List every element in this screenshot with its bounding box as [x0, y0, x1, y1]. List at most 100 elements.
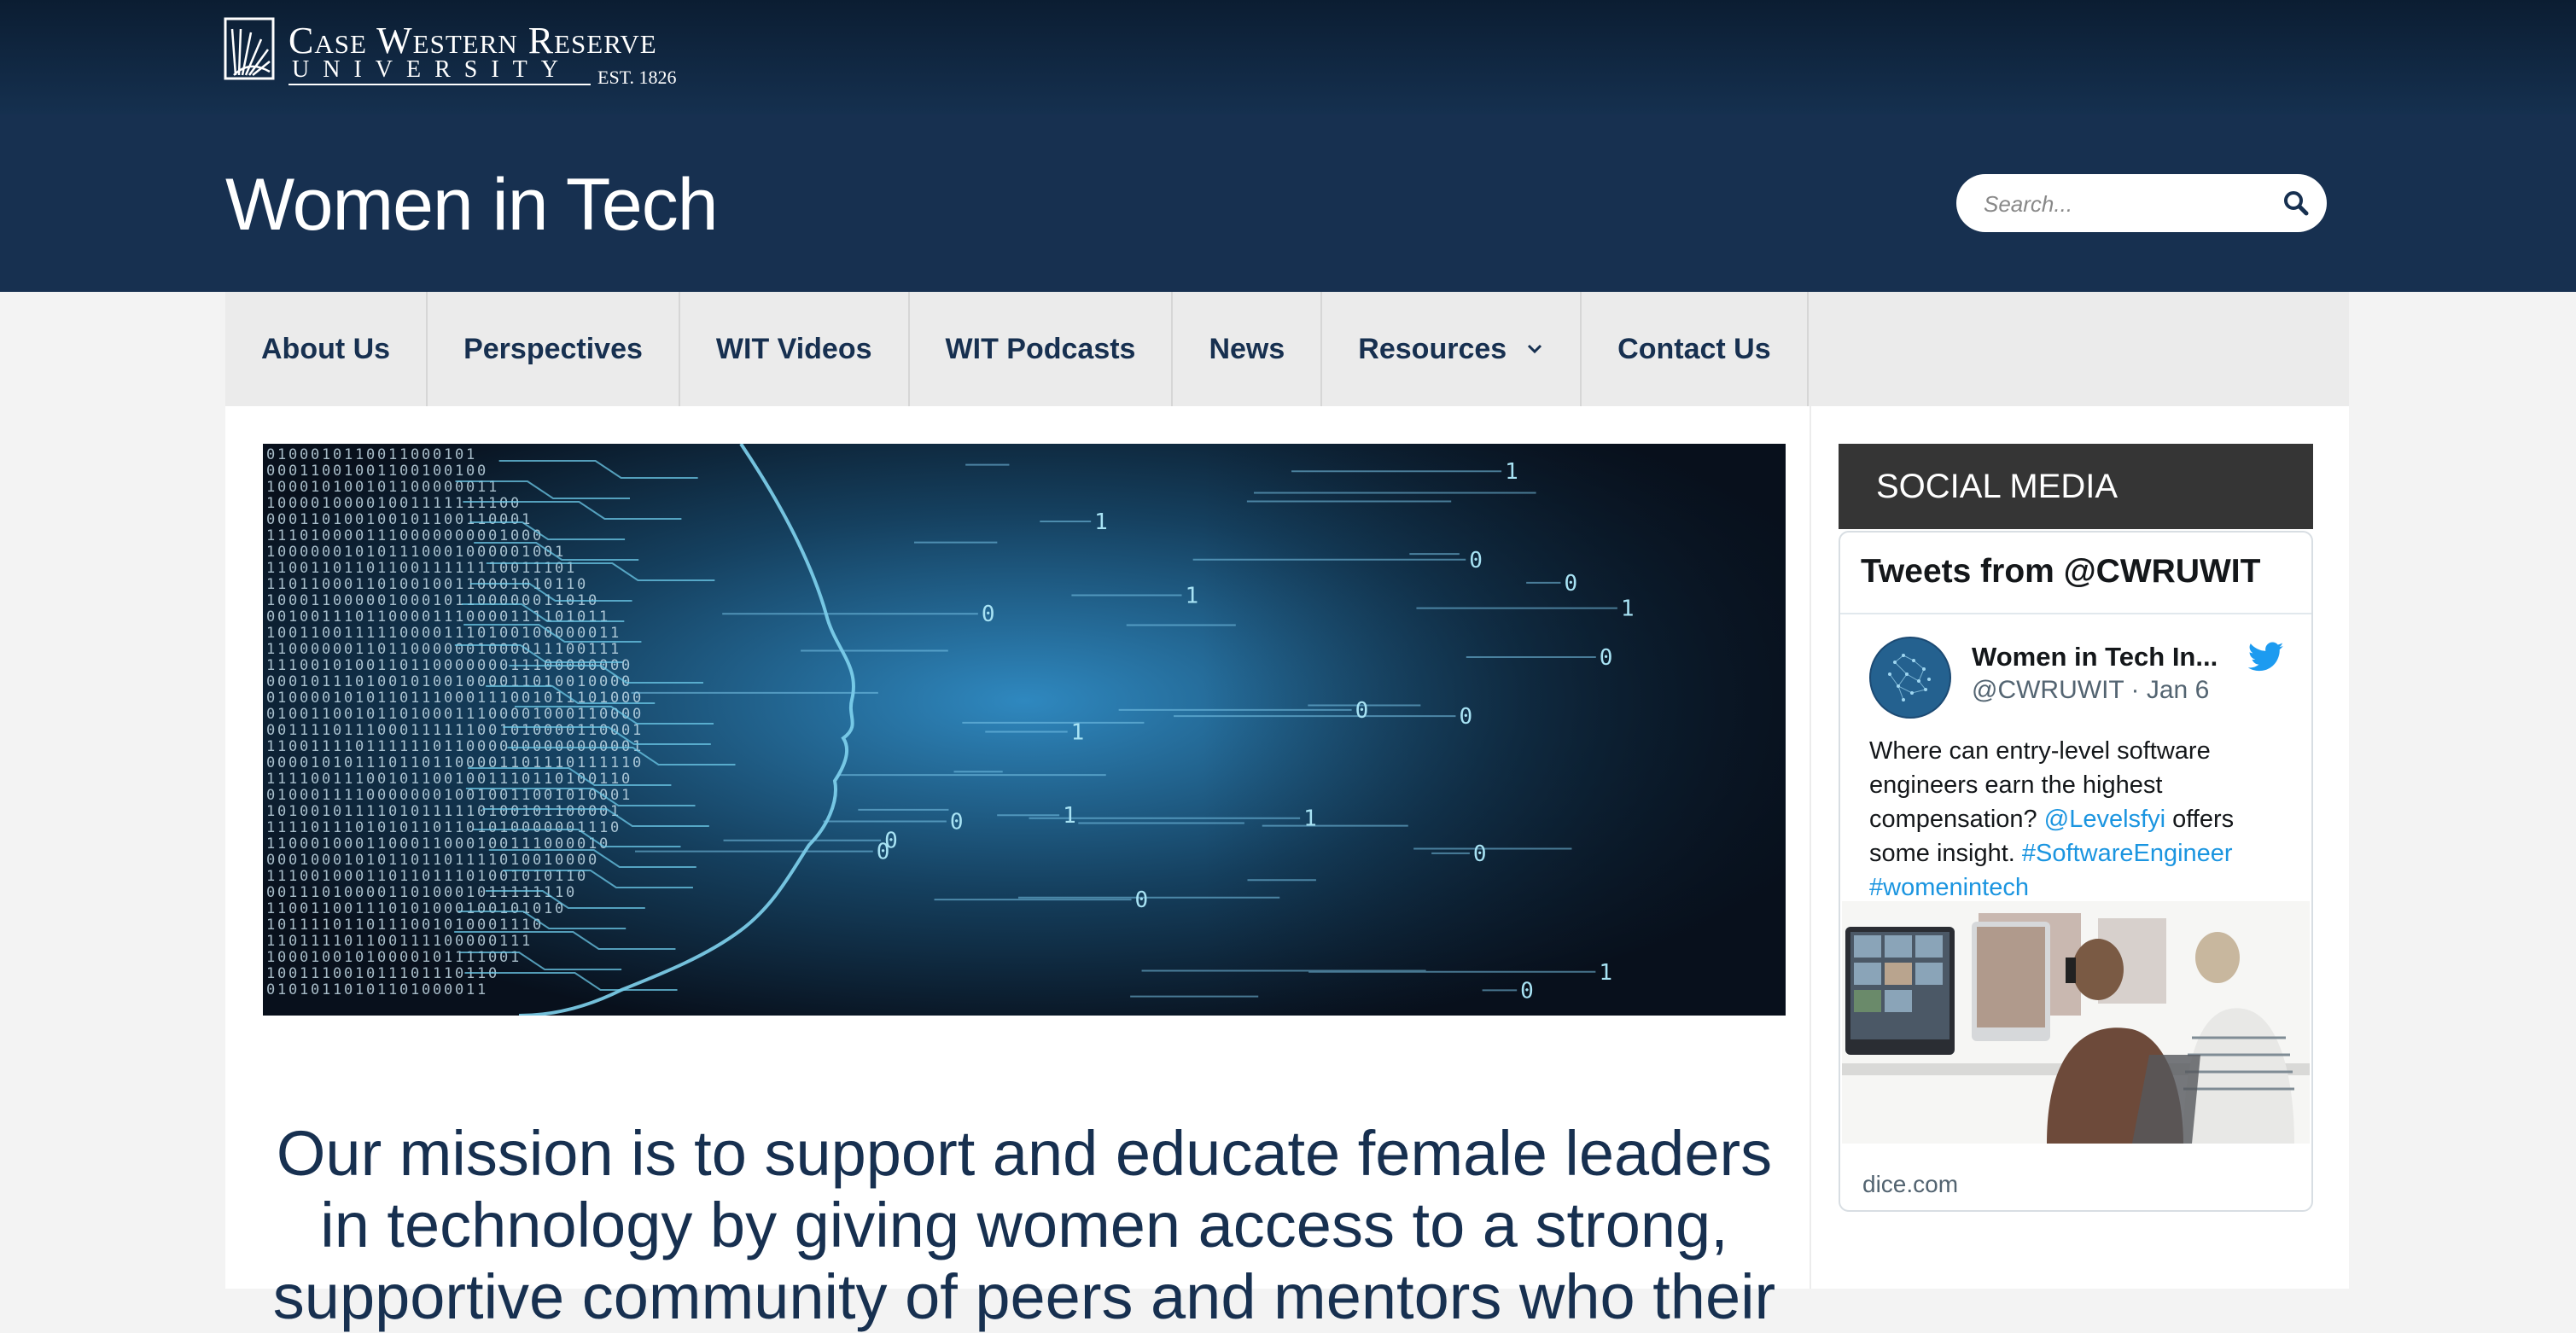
svg-text:1: 1	[333, 933, 341, 950]
svg-text:0: 0	[477, 592, 486, 609]
svg-text:0: 0	[277, 884, 286, 901]
svg-text:0: 0	[333, 803, 341, 820]
svg-text:1: 1	[277, 690, 286, 707]
svg-text:1: 1	[333, 690, 341, 707]
svg-text:1: 1	[477, 868, 486, 885]
avatar[interactable]	[1869, 637, 1951, 719]
search-icon[interactable]	[2281, 188, 2311, 218]
svg-text:1: 1	[377, 917, 386, 934]
svg-text:1: 1	[466, 706, 475, 723]
svg-text:1: 1	[388, 544, 397, 561]
svg-text:1: 1	[266, 803, 275, 820]
svg-text:1: 1	[277, 835, 286, 853]
svg-text:0: 0	[477, 933, 486, 950]
svg-text:0: 0	[366, 965, 375, 982]
svg-text:0: 0	[433, 446, 441, 463]
svg-text:1: 1	[522, 884, 530, 901]
svg-text:1: 1	[1505, 459, 1518, 485]
svg-text:1: 1	[422, 771, 430, 788]
svg-text:0: 0	[355, 463, 364, 480]
svg-text:1: 1	[555, 641, 563, 658]
svg-text:1: 1	[477, 981, 486, 998]
svg-text:1: 1	[388, 479, 397, 496]
svg-text:1: 1	[311, 933, 319, 950]
svg-text:0: 0	[488, 592, 497, 609]
svg-text:0: 0	[444, 511, 452, 528]
twitter-widget-title[interactable]: Tweets from @CWRUWIT	[1861, 553, 2260, 591]
svg-text:1: 1	[444, 625, 452, 642]
tweet-link-domain[interactable]: dice.com	[1862, 1171, 1958, 1198]
svg-text:0: 0	[499, 495, 508, 512]
svg-text:1: 1	[322, 495, 330, 512]
svg-text:0: 0	[577, 625, 586, 642]
social-media-heading: SOCIAL MEDIA	[1839, 444, 2313, 529]
nav-item-about-us[interactable]: About Us	[225, 292, 428, 406]
svg-text:1: 1	[377, 803, 386, 820]
tweet-hashtag-link[interactable]: #womenintech	[1869, 874, 2029, 901]
svg-text:0: 0	[411, 463, 419, 480]
tweet-author-name[interactable]: Women in Tech In...	[1972, 642, 2218, 672]
svg-text:0: 0	[322, 754, 330, 771]
svg-text:0: 0	[355, 527, 364, 544]
svg-text:1: 1	[377, 754, 386, 771]
nav-item-resources[interactable]: Resources	[1322, 292, 1582, 406]
svg-text:0: 0	[377, 722, 386, 739]
svg-text:0: 0	[522, 690, 530, 707]
svg-text:1: 1	[355, 917, 364, 934]
university-logo[interactable]: Case Western Reserve UNIVERSITY EST. 182…	[224, 17, 685, 89]
svg-text:0: 0	[577, 803, 586, 820]
svg-text:0: 0	[344, 835, 353, 853]
tweet-handle-date[interactable]: @CWRUWIT · Jan 6	[1972, 676, 2209, 705]
site-title[interactable]: Women in Tech	[225, 162, 719, 247]
svg-text:1: 1	[588, 722, 597, 739]
svg-text:1: 1	[422, 819, 430, 836]
svg-text:1: 1	[266, 527, 275, 544]
svg-text:1: 1	[466, 884, 475, 901]
svg-text:1: 1	[555, 803, 563, 820]
svg-text:0: 0	[444, 527, 452, 544]
svg-text:0: 0	[422, 592, 430, 609]
tweet-mention-link[interactable]: @Levelsfyi	[2044, 806, 2165, 833]
nav-item-wit-podcasts[interactable]: WIT Podcasts	[910, 292, 1174, 406]
svg-text:0: 0	[510, 544, 519, 561]
svg-text:0: 0	[344, 576, 353, 593]
tweet-hashtag-link[interactable]: #SoftwareEngineer	[2022, 840, 2233, 867]
svg-text:0: 0	[488, 673, 497, 690]
svg-text:0: 0	[510, 625, 519, 642]
svg-text:0: 0	[311, 657, 319, 674]
svg-text:0: 0	[388, 933, 397, 950]
svg-text:1: 1	[333, 738, 341, 755]
svg-text:0: 0	[300, 835, 308, 853]
svg-text:1: 1	[621, 754, 630, 771]
svg-text:0: 0	[288, 495, 297, 512]
svg-text:0: 0	[488, 657, 497, 674]
svg-text:0: 0	[477, 884, 486, 901]
svg-text:0: 0	[277, 495, 286, 512]
svg-text:0: 0	[544, 722, 552, 739]
svg-text:1: 1	[499, 771, 508, 788]
svg-text:0: 0	[322, 690, 330, 707]
svg-text:1: 1	[366, 608, 375, 626]
svg-text:0: 0	[355, 657, 364, 674]
svg-text:1: 1	[333, 479, 341, 496]
svg-text:1: 1	[610, 641, 619, 658]
tweet-media-image[interactable]	[1842, 901, 2310, 1144]
nav-item-contact-us[interactable]: Contact Us	[1582, 292, 1809, 406]
svg-text:0: 0	[477, 722, 486, 739]
twitter-bird-icon[interactable]	[2248, 642, 2284, 672]
svg-text:0: 0	[288, 641, 297, 658]
svg-text:0: 0	[533, 673, 541, 690]
nav-item-perspectives[interactable]: Perspectives	[428, 292, 680, 406]
svg-text:0: 0	[433, 819, 441, 836]
nav-item-news[interactable]: News	[1173, 292, 1323, 406]
search-input[interactable]	[1982, 183, 2267, 225]
svg-text:1: 1	[322, 673, 330, 690]
svg-text:1: 1	[388, 981, 397, 998]
nav-item-wit-videos[interactable]: WIT Videos	[680, 292, 910, 406]
svg-text:0: 0	[588, 852, 597, 869]
svg-text:0: 0	[433, 900, 441, 917]
svg-text:1: 1	[455, 544, 463, 561]
svg-text:1: 1	[488, 884, 497, 901]
svg-text:1: 1	[433, 917, 441, 934]
svg-text:0: 0	[344, 706, 353, 723]
